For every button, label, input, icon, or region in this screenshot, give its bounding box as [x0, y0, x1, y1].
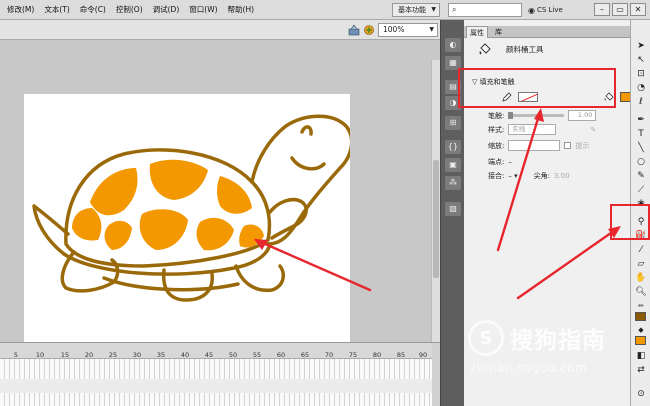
sogou-logo-icon: S: [468, 320, 504, 356]
watermark-name: 搜狗指南: [510, 328, 606, 354]
arrowhead-icon: [534, 108, 544, 122]
arrow-to-turtle: [254, 238, 372, 292]
arrowhead-icon: [608, 226, 621, 238]
sogou-watermark: S 搜狗指南: [468, 320, 606, 356]
flash-window: 修改(M) 文本(T) 命令(C) 控制(O) 调试(D) 窗口(W) 帮助(H…: [0, 0, 650, 406]
watermark-url: zhinan.sogou.com: [470, 361, 588, 375]
arrow-to-swatch: [496, 110, 542, 252]
arrow-to-tool: [516, 226, 620, 300]
